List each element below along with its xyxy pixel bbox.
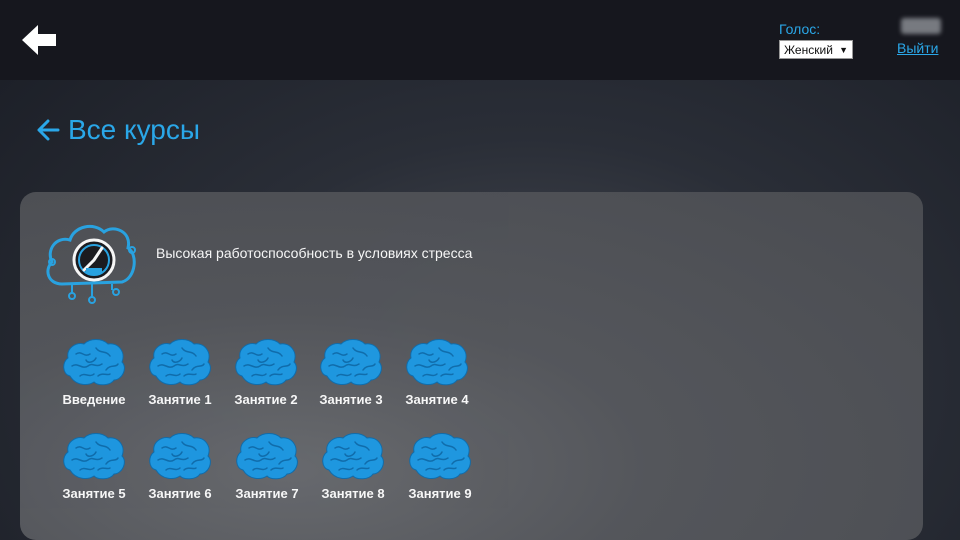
lesson-label: Занятие 7 bbox=[235, 486, 299, 501]
lesson-label: Занятие 4 bbox=[405, 392, 469, 407]
top-bar: Голос: Женский ▼ Выйти bbox=[0, 0, 960, 80]
lesson-label: Занятие 5 bbox=[62, 486, 126, 501]
logout-link[interactable]: Выйти bbox=[897, 40, 938, 56]
lesson-1[interactable]: Занятие 1 bbox=[140, 336, 220, 407]
lesson-9[interactable]: Занятие 9 bbox=[400, 430, 480, 501]
lesson-8[interactable]: Занятие 8 bbox=[313, 430, 393, 501]
course-panel: Высокая работоспособность в условиях стр… bbox=[20, 192, 923, 540]
brain-icon bbox=[235, 339, 297, 386]
lesson-label: Введение bbox=[62, 392, 126, 407]
lesson-6[interactable]: Занятие 6 bbox=[140, 430, 220, 501]
brain-icon bbox=[320, 339, 382, 386]
voice-label: Голос: bbox=[779, 21, 821, 37]
brain-icon bbox=[409, 433, 471, 480]
arrow-left-icon bbox=[37, 119, 60, 141]
lesson-4[interactable]: Занятие 4 bbox=[397, 336, 477, 407]
all-courses-label: Все курсы bbox=[68, 114, 200, 145]
lesson-intro[interactable]: Введение bbox=[54, 336, 134, 407]
brain-icon bbox=[63, 339, 125, 386]
lesson-5[interactable]: Занятие 5 bbox=[54, 430, 134, 501]
brain-icon bbox=[149, 433, 211, 480]
brain-icon bbox=[236, 433, 298, 480]
lesson-label: Занятие 1 bbox=[148, 392, 212, 407]
cloud-speedometer-icon bbox=[42, 218, 138, 304]
lesson-7[interactable]: Занятие 7 bbox=[227, 430, 307, 501]
voice-select-value: Женский bbox=[784, 42, 833, 57]
user-name bbox=[901, 18, 941, 34]
lesson-label: Занятие 9 bbox=[408, 486, 472, 501]
lesson-2[interactable]: Занятие 2 bbox=[226, 336, 306, 407]
lesson-3[interactable]: Занятие 3 bbox=[311, 336, 391, 407]
lesson-label: Занятие 6 bbox=[148, 486, 212, 501]
back-arrow-icon[interactable] bbox=[22, 24, 58, 56]
all-courses-link[interactable]: Все курсы bbox=[36, 114, 200, 146]
chevron-down-icon: ▼ bbox=[839, 44, 848, 55]
lesson-label: Занятие 3 bbox=[319, 392, 383, 407]
voice-select[interactable]: Женский ▼ bbox=[779, 40, 853, 59]
lesson-label: Занятие 2 bbox=[234, 392, 298, 407]
brain-icon bbox=[149, 339, 211, 386]
brain-icon bbox=[63, 433, 125, 480]
brain-icon bbox=[406, 339, 468, 386]
lesson-label: Занятие 8 bbox=[321, 486, 385, 501]
brain-icon bbox=[322, 433, 384, 480]
course-title: Высокая работоспособность в условиях стр… bbox=[156, 245, 473, 261]
